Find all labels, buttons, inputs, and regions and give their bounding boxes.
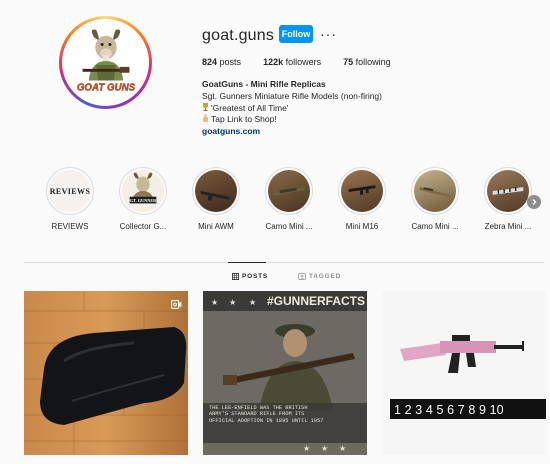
highlight-cover-ring: REVIEWS	[46, 167, 94, 215]
rifle-photo-icon	[200, 191, 230, 201]
highlight-cover-ring	[484, 167, 532, 215]
bio-line-1: Sgt. Gunners Miniature Rifle Models (non…	[202, 90, 382, 101]
more-options-icon[interactable]: ···	[320, 26, 337, 42]
post-thumbnail[interactable]: ★ ★ ★ #GUNNERFACTS THE LEE-ENFIELD WAS T…	[203, 291, 367, 455]
tab-posts[interactable]: POSTS	[232, 273, 268, 280]
highlight-cover: SGT. GUNNERS	[122, 170, 164, 212]
highlight-label: Camo Mini ...	[265, 222, 313, 231]
highlight-camo-1[interactable]: Camo Mini ...	[259, 167, 319, 231]
highlight-cover	[268, 170, 310, 212]
bio-line-3: Tap Link to Shop!	[202, 114, 382, 126]
highlight-cover	[195, 170, 237, 212]
highlight-label: Collector G...	[119, 222, 167, 231]
pink-rifle-ruler-photo: 1 2 3 4 5 6 7 8 9 10	[382, 291, 546, 455]
highlights-next-arrow-icon[interactable]	[527, 195, 541, 209]
highlight-cover	[487, 170, 529, 212]
highlight-collector[interactable]: SGT. GUNNERS Collector G...	[113, 167, 173, 231]
grid-icon	[232, 273, 239, 280]
highlight-label: Mini AWM	[198, 222, 234, 231]
highlight-label: Zebra Mini ...	[484, 222, 532, 231]
followers-count: 122k	[263, 57, 284, 67]
rifle-photo-icon	[348, 185, 376, 195]
svg-text:★: ★	[339, 444, 346, 453]
posts-count-stat: 824 posts	[202, 57, 241, 67]
goat-guns-logo: GOAT GUNS	[76, 29, 135, 93]
highlight-cover-ring	[338, 167, 386, 215]
profile-bio: GoatGuns - Mini Rifle Replicas Sgt. Gunn…	[202, 79, 382, 138]
rifle-photo-icon	[492, 187, 524, 195]
followers-stat[interactable]: 122k followers	[263, 57, 321, 67]
following-label: following	[355, 57, 391, 67]
highlight-mini-awm[interactable]: Mini AWM	[186, 167, 246, 231]
bio-line-2-text: 'Greatest of All Time'	[211, 102, 289, 113]
highlight-cover	[341, 170, 383, 212]
follow-button[interactable]: Follow	[279, 25, 313, 43]
svg-text:SGT. GUNNERS: SGT. GUNNERS	[127, 198, 159, 203]
pointing-hand-icon	[202, 114, 211, 126]
svg-text:★: ★	[211, 298, 218, 307]
tag-icon	[298, 273, 306, 280]
svg-text:★: ★	[303, 444, 310, 453]
tab-tagged-label: TAGGED	[309, 273, 342, 280]
bio-name: GoatGuns - Mini Rifle Replicas	[202, 79, 326, 89]
highlight-label: Camo Mini ...	[411, 222, 459, 231]
highlight-reviews[interactable]: REVIEWS REVIEWS	[40, 167, 100, 231]
svg-text:GOAT GUNS: GOAT GUNS	[76, 82, 135, 93]
profile-stats: 824 posts 122k followers 75 following	[202, 57, 413, 67]
gunnerfacts-post-graphic: ★ ★ ★ #GUNNERFACTS THE LEE-ENFIELD WAS T…	[203, 291, 367, 455]
bio-line-3-text: Tap Link to Shop!	[211, 114, 277, 125]
active-tab-indicator	[228, 262, 266, 263]
highlight-label: Mini M16	[345, 222, 379, 231]
bio-line-2: 'Greatest of All Time'	[202, 102, 382, 115]
svg-text:#GUNNERFACTS: #GUNNERFACTS	[267, 294, 365, 308]
post-thumbnail[interactable]	[24, 291, 188, 455]
trophy-icon	[202, 102, 211, 115]
tab-tagged[interactable]: TAGGED	[298, 273, 341, 280]
avatar-frame: GOAT GUNS	[62, 19, 149, 106]
highlight-cover	[414, 170, 456, 212]
highlight-cover-ring: SGT. GUNNERS	[119, 167, 167, 215]
bio-website-link[interactable]: goatguns.com	[202, 126, 382, 138]
tabs-divider	[24, 262, 544, 263]
profile-avatar-ring[interactable]: GOAT GUNS	[59, 16, 152, 109]
rifle-photo-icon	[273, 187, 305, 196]
rifle-photo-icon	[419, 187, 451, 198]
post-thumbnail[interactable]: 1 2 3 4 5 6 7 8 9 10	[382, 291, 546, 455]
avatar[interactable]: GOAT GUNS	[65, 22, 146, 103]
reel-icon	[171, 296, 182, 314]
highlight-camo-2[interactable]: Camo Mini ...	[405, 167, 465, 231]
highlight-cover-ring	[265, 167, 313, 215]
posts-label: posts	[219, 57, 242, 67]
posts-count: 824	[202, 57, 218, 67]
highlight-cover-ring	[411, 167, 459, 215]
highlight-mini-m16[interactable]: Mini M16	[332, 167, 392, 231]
svg-text:★: ★	[321, 444, 328, 453]
highlight-label: REVIEWS	[51, 222, 89, 231]
following-count: 75	[343, 57, 354, 67]
sgt-gunners-logo: SGT. GUNNERS	[127, 172, 159, 204]
tab-posts-label: POSTS	[242, 273, 269, 280]
svg-text:★: ★	[229, 298, 236, 307]
highlight-cover-ring	[192, 167, 240, 215]
highlight-cover: REVIEWS	[49, 170, 91, 212]
following-stat[interactable]: 75 following	[343, 57, 391, 67]
followers-label: followers	[285, 57, 322, 67]
rifle-case-photo	[24, 291, 188, 455]
svg-text:1 2 3 4 5 6 7 8 9 10: 1 2 3 4 5 6 7 8 9 10	[394, 403, 504, 417]
profile-username: goat.guns	[202, 27, 275, 44]
svg-text:★: ★	[249, 298, 256, 307]
